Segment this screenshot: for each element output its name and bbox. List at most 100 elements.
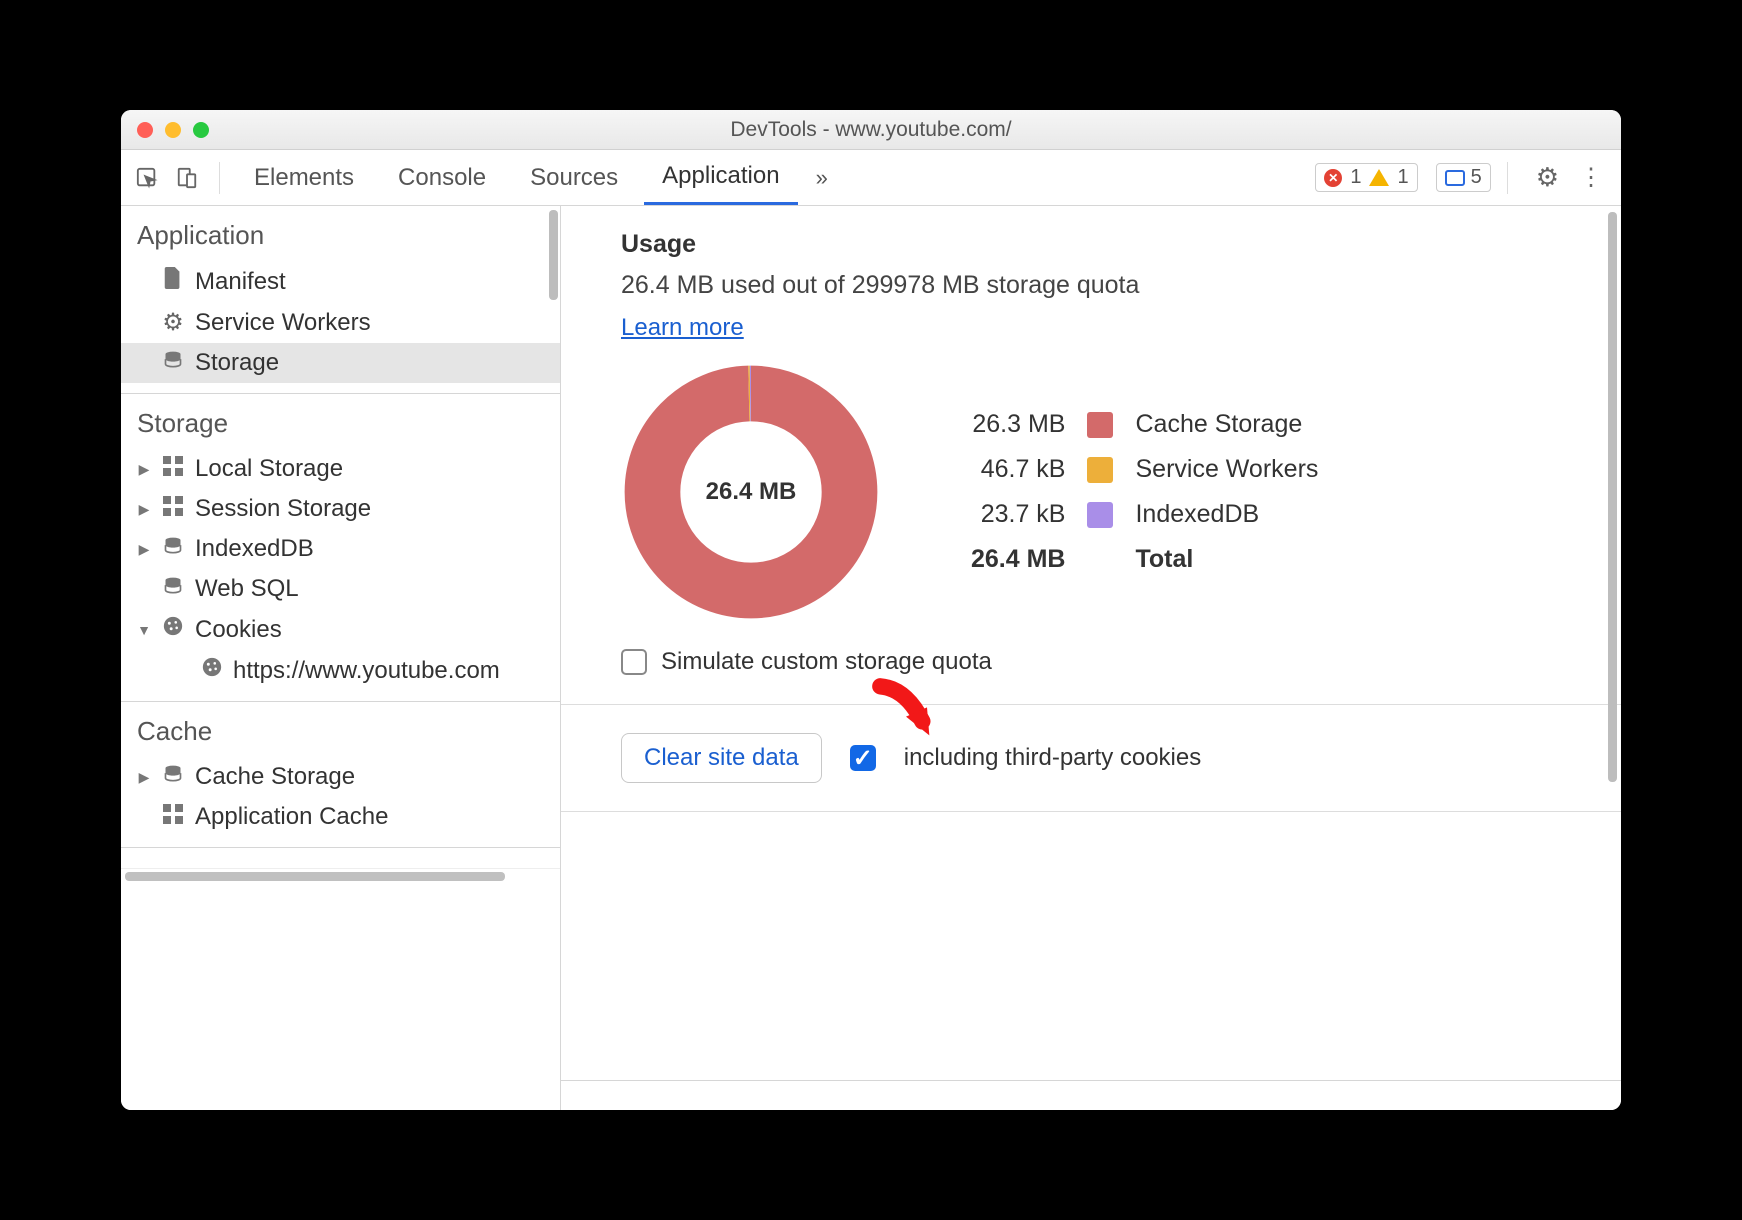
clear-data-row: Clear site data ✓ including third-party … [621,705,1561,811]
sidebar-item-label: Local Storage [195,455,343,483]
simulate-quota-label: Simulate custom storage quota [661,648,992,676]
settings-icon[interactable]: ⚙ [1536,162,1559,193]
legend-swatch [1087,502,1113,528]
sidebar-category: Cache [121,702,560,757]
main-panel: Usage 26.4 MB used out of 299978 MB stor… [561,206,1621,1110]
sidebar-item-manifest[interactable]: Manifest [121,261,560,302]
application-sidebar: Application Manifest ⚙Service Workers Stora… [121,206,561,1110]
chevron-right-icon: ▶ [137,461,151,478]
legend-value: 26.3 MB [971,410,1065,439]
sidebar-item-label: Application Cache [195,803,388,831]
legend-swatch [1087,412,1113,438]
usage-chart-row: 26.4 MB 26.3 MB Cache Storage 46.7 kB Servi… [621,362,1561,622]
grid-icon [161,803,185,831]
sidebar-item-indexeddb[interactable]: ▶ IndexedDB [121,529,560,569]
chevron-right-icon: ▶ [137,501,151,518]
simulate-quota-row[interactable]: Simulate custom storage quota [621,648,1561,676]
grid-icon [161,495,185,523]
tab-application[interactable]: Application [644,150,797,205]
db-icon [161,763,185,791]
sidebar-subitem[interactable]: https://www.youtube.com [121,650,560,691]
message-icon [1445,170,1465,186]
sidebar-item-application-cache[interactable]: Application Cache [121,797,560,837]
error-icon: ✕ [1324,169,1342,187]
sidebar-item-label: Web SQL [195,575,299,603]
third-party-label: including third-party cookies [904,744,1201,772]
tab-console[interactable]: Console [380,150,504,205]
usage-legend: 26.3 MB Cache Storage 46.7 kB Service Worke… [971,410,1318,574]
warning-icon [1369,169,1389,186]
learn-more-link[interactable]: Learn more [621,314,744,342]
messages-counter[interactable]: 5 [1436,163,1491,192]
legend-label: Service Workers [1135,455,1318,484]
error-count: 1 [1350,166,1361,189]
maximize-button[interactable] [193,122,209,138]
usage-summary: 26.4 MB used out of 299978 MB storage qu… [621,271,1561,300]
message-count: 5 [1471,166,1482,189]
devtools-window: DevTools - www.youtube.com/ Elements Con… [121,110,1621,1110]
legend-label: IndexedDB [1135,500,1318,529]
close-button[interactable] [137,122,153,138]
sidebar-category: Application [121,206,560,261]
device-toggle-icon[interactable] [171,167,203,189]
sidebar-scrollbar[interactable] [549,210,558,300]
title-bar: DevTools - www.youtube.com/ [121,110,1621,150]
legend-value: 23.7 kB [971,500,1065,529]
main-scrollbar[interactable] [1608,212,1617,782]
sidebar-item-label: Storage [195,349,279,377]
sidebar-item-label: Cookies [195,616,282,644]
cookie-icon [201,656,223,685]
sidebar-category: Storage [121,394,560,449]
sidebar-item-label: Session Storage [195,495,371,523]
devtools-tabbar: Elements Console Sources Application » ✕… [121,150,1621,206]
chevron-right-icon: ▶ [137,541,151,558]
usage-heading: Usage [621,230,1561,259]
simulate-quota-checkbox[interactable] [621,649,647,675]
window-title: DevTools - www.youtube.com/ [121,118,1621,142]
warning-count: 1 [1397,166,1408,189]
sidebar-item-web-sql[interactable]: Web SQL [121,569,560,609]
clear-site-data-button[interactable]: Clear site data [621,733,822,783]
annotation-arrow [871,677,941,747]
sidebar-item-label: Cache Storage [195,763,355,791]
sidebar-item-label: Manifest [195,268,286,296]
tab-sources[interactable]: Sources [512,150,636,205]
sidebar-item-label: IndexedDB [195,535,314,563]
third-party-checkbox[interactable]: ✓ [850,745,876,771]
sidebar-item-session-storage[interactable]: ▶ Session Storage [121,489,560,529]
db-icon [161,535,185,563]
kebab-menu-icon[interactable]: ⋮ [1579,163,1603,192]
legend-total-value: 26.4 MB [971,545,1065,574]
sidebar-item-local-storage[interactable]: ▶ Local Storage [121,449,560,489]
legend-swatch [1087,457,1113,483]
legend-total-label: Total [1135,545,1318,574]
sidebar-item-label: Service Workers [195,309,371,337]
devtools-body: Application Manifest ⚙Service Workers Stora… [121,206,1621,1110]
footer-bar [561,1080,1621,1110]
storage-content: Usage 26.4 MB used out of 299978 MB stor… [561,206,1621,812]
more-tabs-chevron[interactable]: » [806,165,838,191]
grid-icon [161,455,185,483]
issues-counter[interactable]: ✕ 1 1 [1315,163,1417,192]
inspect-icon[interactable] [131,167,163,189]
tab-elements[interactable]: Elements [236,150,372,205]
legend-label: Cache Storage [1135,410,1318,439]
legend-value: 46.7 kB [971,455,1065,484]
chevron-down-icon: ▼ [137,622,151,638]
sidebar-item-cookies[interactable]: ▼ Cookies [121,609,560,650]
sidebar-item-service-workers[interactable]: ⚙Service Workers [121,302,560,343]
sidebar-item-cache-storage[interactable]: ▶ Cache Storage [121,757,560,797]
donut-center-label: 26.4 MB [621,362,881,622]
db-icon [161,349,185,377]
cookie-icon [161,615,185,644]
file-icon [161,267,185,296]
separator [1507,162,1508,194]
sidebar-item-storage[interactable]: Storage [121,343,560,383]
db-icon [161,575,185,603]
traffic-lights [137,122,209,138]
minimize-button[interactable] [165,122,181,138]
sidebar-h-scrollbar[interactable] [121,868,560,883]
separator [219,162,220,194]
chevron-right-icon: ▶ [137,769,151,786]
divider [561,811,1621,812]
